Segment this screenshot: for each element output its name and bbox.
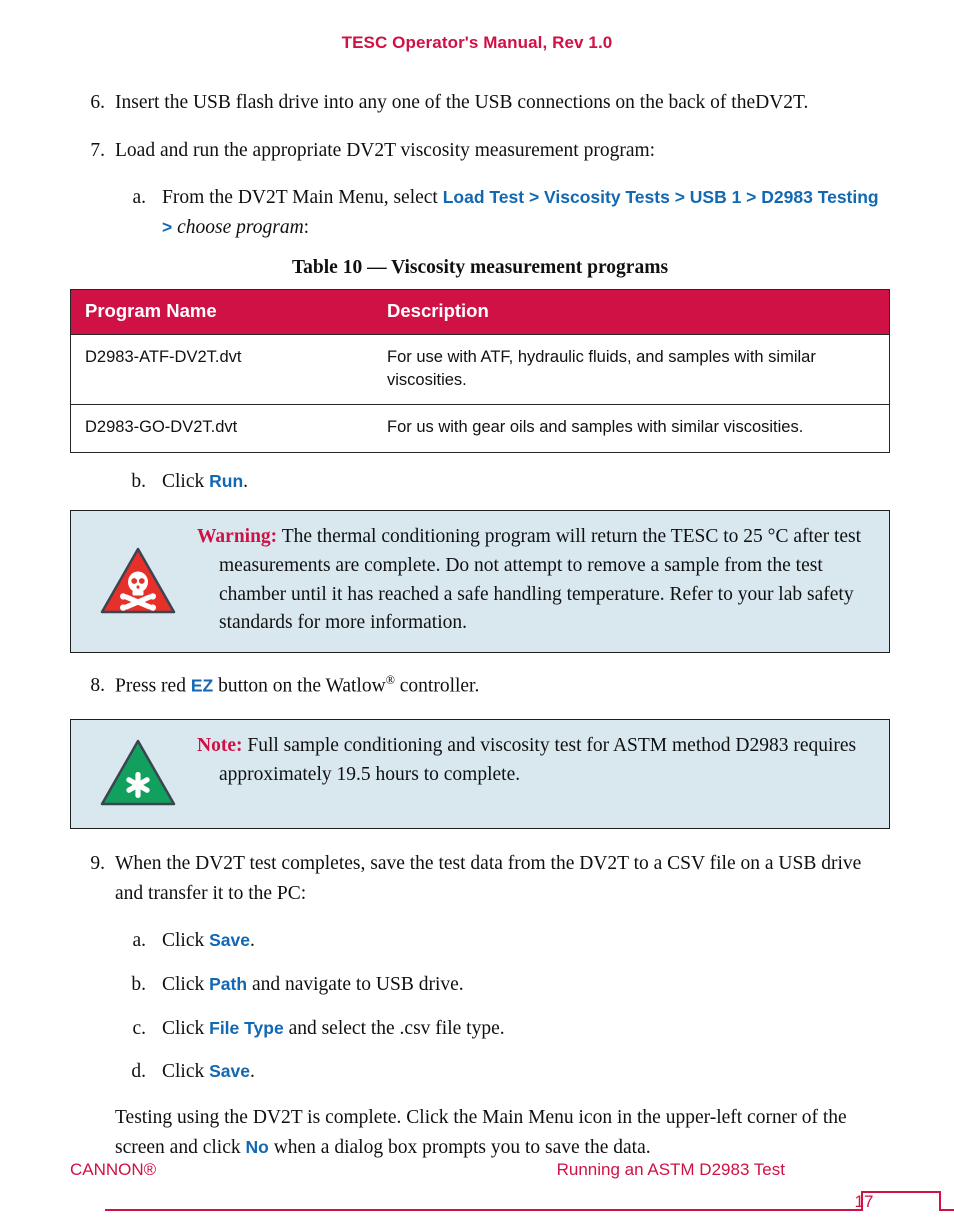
step-7-marker: 7. [90, 139, 105, 161]
step-7a: a. From the DV2T Main Menu, select Load … [70, 183, 890, 242]
table-row: D2983-GO-DV2T.dvt For us with gear oils … [70, 404, 890, 453]
warning-callout: Warning: The thermal conditioning progra… [70, 510, 890, 654]
page-number: 17 [854, 1192, 874, 1211]
step-8-mid: button on the Watlow [213, 675, 386, 697]
cell-program-name: D2983-ATF-DV2T.dvt [70, 333, 373, 405]
step-9b-marker: b. [131, 974, 146, 996]
step-9b: b. Click Path and navigate to USB drive. [70, 970, 890, 1000]
step-6-text: Insert the USB flash drive into any one … [115, 92, 809, 113]
warning-text: The thermal conditioning program will re… [219, 526, 862, 634]
step-9-text: When the DV2T test completes, save the t… [115, 853, 862, 904]
viscosity-programs-table: Program Name Description D2983-ATF-DV2T.… [70, 288, 890, 453]
note-callout-body: Note: Full sample conditioning and visco… [197, 732, 871, 789]
step-8-tail: controller. [394, 675, 480, 697]
step-9a: a. Click Save. [70, 926, 890, 956]
step-9a-tail: . [250, 930, 255, 952]
note-label: Note: [197, 735, 243, 757]
page-footer: CANNON® Running an ASTM D2983 Test 17 [0, 1148, 954, 1222]
step-7b-lead: Click [162, 470, 210, 492]
warning-callout-body: Warning: The thermal conditioning progra… [197, 523, 871, 638]
step-7b-marker: b. [131, 470, 146, 492]
running-header: TESC Operator's Manual, Rev 1.0 [341, 33, 613, 52]
step-6-marker: 6. [90, 92, 105, 113]
step-9d: d. Click Save. [70, 1057, 890, 1087]
cell-program-name: D2983-GO-DV2T.dvt [70, 404, 373, 453]
footer-rule [105, 1191, 954, 1211]
step-9c-tail: and select the .csv file type. [283, 1017, 505, 1039]
table-header-row: Program Name Description [70, 289, 890, 334]
run-button-reference[interactable]: Run [209, 471, 243, 491]
step-7a-lead: From the DV2T Main Menu, select [162, 187, 443, 209]
save-button-reference[interactable]: Save [209, 1061, 250, 1081]
save-button-reference[interactable]: Save [209, 930, 250, 950]
ez-button-reference[interactable]: EZ [191, 676, 213, 696]
step-9: 9. When the DV2T test completes, save th… [70, 849, 890, 908]
file-type-button-reference[interactable]: File Type [209, 1018, 284, 1038]
note-text: Full sample conditioning and viscosity t… [219, 735, 857, 785]
cell-description: For us with gear oils and samples with s… [373, 404, 890, 453]
step-9c-lead: Click [162, 1017, 210, 1039]
column-header-description: Description [373, 289, 890, 334]
step-9d-tail: . [250, 1061, 255, 1083]
step-7b-tail: . [243, 470, 249, 492]
footer-section-title: Running an ASTM D2983 Test [556, 1160, 785, 1179]
step-9a-marker: a. [132, 930, 146, 952]
cell-description: For use with ATF, hydraulic fluids, and … [373, 333, 890, 405]
table-row: D2983-ATF-DV2T.dvt For use with ATF, hyd… [70, 333, 890, 405]
step-9c-marker: c. [132, 1017, 146, 1039]
note-callout: Note: Full sample conditioning and visco… [70, 719, 890, 830]
step-9b-tail: and navigate to USB drive. [247, 974, 464, 996]
warning-triangle-icon [83, 546, 193, 616]
column-header-program-name: Program Name [70, 289, 373, 334]
step-9b-lead: Click [162, 974, 210, 996]
warning-label: Warning: [197, 526, 278, 548]
note-triangle-icon [83, 738, 193, 808]
step-9a-lead: Click [162, 930, 210, 952]
step-6: 6. Insert the USB flash drive into any o… [70, 88, 890, 118]
table-caption: Table 10 — Viscosity measurement program… [291, 256, 669, 278]
step-7b: b. Click Run. [70, 467, 890, 497]
step-9d-lead: Click [162, 1061, 210, 1083]
registered-mark: ® [385, 673, 395, 688]
step-7-text: Load and run the appropriate DV2T viscos… [115, 139, 656, 161]
step-7a-italic: choose program [172, 216, 304, 238]
footer-company: CANNON® [70, 1160, 157, 1179]
step-8-lead: Press red [115, 675, 191, 697]
document-page: TESC Operator's Manual, Rev 1.0 6. Inser… [0, 0, 954, 1227]
step-7: 7. Load and run the appropriate DV2T vis… [70, 136, 890, 166]
path-button-reference[interactable]: Path [209, 974, 247, 994]
step-9c: c. Click File Type and select the .csv f… [70, 1014, 890, 1044]
step-9d-marker: d. [131, 1061, 146, 1083]
step-7a-marker: a. [132, 187, 146, 209]
page-content: 6. Insert the USB flash drive into any o… [70, 88, 890, 1176]
step-9-marker: 9. [90, 853, 105, 875]
step-7a-tail: : [303, 216, 310, 238]
step-8-marker: 8. [90, 675, 105, 697]
step-8: 8. Press red EZ button on the Watlow® co… [70, 671, 890, 701]
